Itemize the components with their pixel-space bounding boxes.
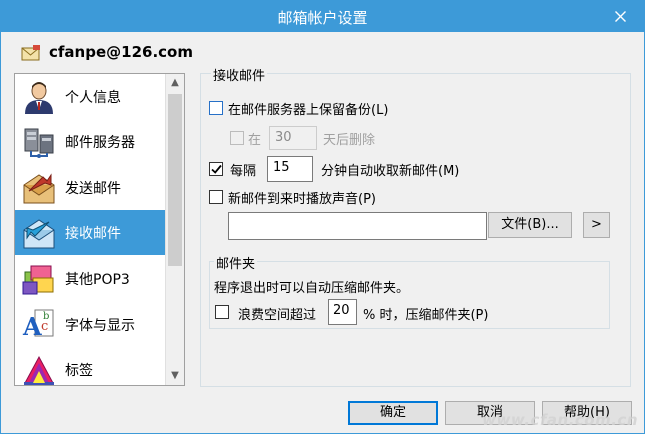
play-sound-label: 新邮件到来时播放声音(P) xyxy=(228,192,376,207)
sidebar-item-label: 邮件服务器 xyxy=(65,135,135,151)
scroll-down-icon[interactable]: ▼ xyxy=(166,367,184,385)
waste-space-label: 浪费空间超过 xyxy=(238,308,317,323)
delete-after-checkbox[interactable] xyxy=(230,131,244,145)
checkmark-icon xyxy=(211,164,222,174)
sidebar-scrollbar[interactable]: ▲ ▼ xyxy=(165,74,184,385)
person-icon xyxy=(25,82,53,114)
sidebar-item-label: 发送邮件 xyxy=(65,181,121,197)
dialog-window: 邮箱帐户设置 cfanpe@126.com 个人信息 邮件服务器 发送邮件 接收… xyxy=(0,0,645,434)
sidebar-item-mail-server[interactable]: 邮件服务器 xyxy=(15,119,165,164)
sound-file-input[interactable] xyxy=(228,212,487,240)
sidebar-item-send-mail[interactable]: 发送邮件 xyxy=(15,165,165,210)
delete-suffix-label: 天后删除 xyxy=(323,133,376,148)
delete-days-input[interactable]: 30 xyxy=(269,126,317,150)
play-sound-checkbox[interactable] xyxy=(209,190,223,204)
auto-check-checkbox[interactable] xyxy=(209,162,223,176)
scroll-thumb[interactable] xyxy=(168,94,182,266)
delete-prefix-label: 在 xyxy=(248,133,262,148)
sidebar-item-other-pop3[interactable]: 其他POP3 xyxy=(15,256,165,301)
server-icon xyxy=(24,128,54,158)
waste-suffix-label: % 时，压缩邮件夹(P) xyxy=(363,308,489,323)
folder-description: 程序退出时可以自动压缩邮件夹。 xyxy=(214,281,410,296)
every-suffix-label: 分钟自动收取新邮件(M) xyxy=(321,164,460,179)
pop3-icon xyxy=(22,265,54,295)
sidebar-item-tag[interactable]: 标签 xyxy=(15,347,165,385)
scroll-up-icon[interactable]: ▲ xyxy=(166,74,184,92)
folder-group-title: 邮件夹 xyxy=(214,253,258,272)
waste-percent-input[interactable]: 20 xyxy=(328,299,357,325)
account-email: cfanpe@126.com xyxy=(49,43,193,61)
title-bar[interactable]: 邮箱帐户设置 xyxy=(1,1,644,32)
sidebar-item-label: 字体与显示 xyxy=(65,318,135,334)
keep-backup-label: 在邮件服务器上保留备份(L) xyxy=(228,103,389,118)
font-icon: A c b xyxy=(22,309,54,341)
svg-text:b: b xyxy=(43,311,49,322)
sidebar-item-label: 个人信息 xyxy=(65,90,121,106)
svg-text:A: A xyxy=(22,312,42,341)
keep-backup-checkbox[interactable] xyxy=(209,101,223,115)
sidebar-item-label: 标签 xyxy=(65,363,93,379)
browse-file-button[interactable]: 文件(B)... xyxy=(488,212,572,238)
sidebar-item-label: 接收邮件 xyxy=(65,226,121,242)
ok-button[interactable]: 确定 xyxy=(348,401,438,425)
receive-group-title: 接收邮件 xyxy=(211,65,268,84)
receive-mail-icon xyxy=(23,219,55,249)
send-mail-icon xyxy=(23,173,55,204)
sidebar-item-receive-mail[interactable]: 接收邮件 xyxy=(15,210,165,255)
play-sound-button[interactable]: > xyxy=(583,212,610,238)
close-icon xyxy=(615,11,626,22)
watermark-text: www.cfan.com.cn xyxy=(482,411,638,429)
close-button[interactable] xyxy=(598,1,644,32)
settings-category-list[interactable]: 个人信息 邮件服务器 发送邮件 接收邮件 其他POP3 A c b 字体与显示 … xyxy=(14,73,185,386)
envelope-icon xyxy=(21,45,40,61)
window-title: 邮箱帐户设置 xyxy=(277,9,368,27)
every-label: 每隔 xyxy=(230,164,257,179)
sidebar-item-personal-info[interactable]: 个人信息 xyxy=(15,74,165,119)
compact-folder-checkbox[interactable] xyxy=(215,305,229,319)
check-interval-input[interactable]: 15 xyxy=(267,156,313,182)
sidebar-item-font-display[interactable]: A c b 字体与显示 xyxy=(15,302,165,347)
tag-icon xyxy=(24,355,54,385)
sidebar-item-label: 其他POP3 xyxy=(65,272,130,288)
